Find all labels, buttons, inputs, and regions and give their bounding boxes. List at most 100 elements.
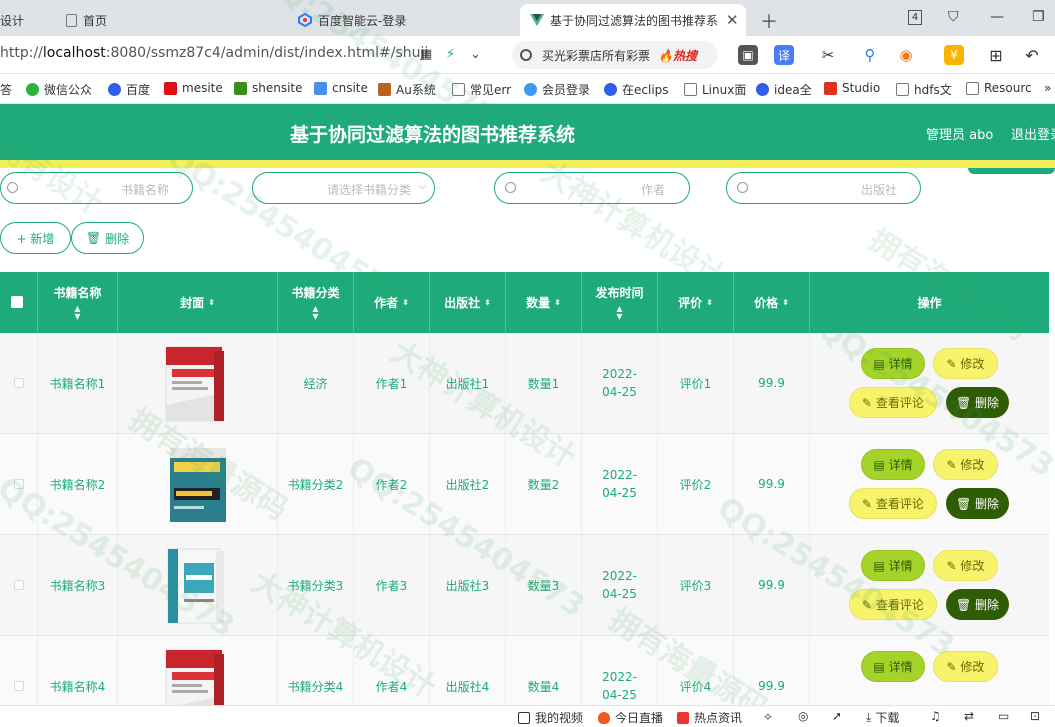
browser-tab-3[interactable]: 百度智能云-登录 — [290, 4, 510, 36]
translate-icon[interactable]: 译 — [774, 45, 794, 65]
zoom-icon[interactable]: ⊡ — [1030, 709, 1040, 723]
search-button-partial[interactable] — [968, 168, 1055, 174]
column-author[interactable]: 作者 ⬍ — [354, 272, 430, 333]
sound-icon[interactable]: ♫ — [930, 709, 941, 723]
browser-tab-1[interactable]: 设计 — [0, 4, 50, 36]
magnifier-icon[interactable]: ⚲ — [860, 45, 880, 65]
add-button[interactable]: + 新增 — [0, 222, 71, 254]
select-all-checkbox[interactable] — [11, 296, 23, 308]
maximize-icon[interactable]: ❐ — [1032, 9, 1045, 25]
hot-news-link[interactable]: 热点资讯 — [677, 709, 742, 726]
edit-button[interactable]: ✎ 修改 — [933, 348, 998, 379]
cell-date: 2022-04-25 — [582, 333, 658, 433]
edit-button[interactable]: ✎ 修改 — [933, 550, 998, 581]
vue-icon — [530, 13, 544, 27]
bookmark-8[interactable]: 会员登录 — [524, 81, 590, 98]
compass-icon[interactable]: ◎ — [798, 709, 808, 723]
my-videos-link[interactable]: 我的视频 — [518, 709, 583, 726]
apps-grid-icon[interactable]: ⊞ — [986, 45, 1006, 65]
rocket-icon[interactable]: ➚ — [832, 709, 842, 723]
pencil-icon: ✎ — [946, 659, 961, 674]
column-price[interactable]: 价格 ⬍ — [734, 272, 810, 333]
book-cover-image[interactable] — [158, 343, 238, 423]
edit-button[interactable]: ✎ 修改 — [933, 449, 998, 480]
leaf-icon[interactable]: ⟡ — [764, 709, 772, 724]
browser-tab-2[interactable]: 首页 — [60, 4, 280, 36]
game-icon[interactable]: ◉ — [896, 45, 916, 65]
undo-icon[interactable]: ↶ — [1022, 45, 1042, 65]
book-cover-image[interactable] — [158, 545, 238, 625]
detail-button[interactable]: ▤ 详情 — [861, 651, 925, 682]
column-date[interactable]: 发布时间 ▲ ▼ — [582, 272, 658, 333]
column-category[interactable]: 书籍分类 ▲ ▼ — [278, 272, 354, 333]
reader-icon[interactable]: ▣ — [738, 45, 758, 65]
logout-link[interactable]: 退出登录 — [1011, 124, 1055, 143]
scissors-icon[interactable]: ✂ — [818, 45, 838, 65]
chevron-down-icon[interactable]: ⌄ — [470, 47, 481, 62]
column-publisher[interactable]: 出版社 ⬍ — [430, 272, 506, 333]
more-bookmarks-icon[interactable]: » — [1044, 81, 1051, 95]
delete-button[interactable]: 🗑 删除 — [946, 488, 1009, 519]
cell-name: 书籍名称3 — [38, 535, 118, 635]
detail-button[interactable]: ▤ 详情 — [861, 550, 925, 581]
search-box[interactable]: 买光彩票店所有彩票 🔥热搜 — [512, 41, 718, 69]
view-comments-button[interactable]: ✎ 查看评论 — [849, 387, 937, 418]
sort-icon: ⬍ — [208, 298, 215, 307]
author-filter[interactable]: 作者 — [494, 172, 690, 204]
delete-button[interactable]: 🗑 删除 — [946, 387, 1009, 418]
table-row: 书籍名称2 书籍分类2 作者2 出版社2 数量2 2022-04-25 评价2 … — [0, 434, 1049, 535]
bookmark-6[interactable]: Au系统 — [378, 81, 436, 98]
bookmark-0[interactable]: 答 — [0, 81, 12, 98]
coin-icon[interactable]: ¥ — [944, 45, 964, 65]
pencil-icon: ✎ — [862, 395, 876, 410]
shirt-icon[interactable]: ⛉ — [948, 9, 959, 25]
close-tab-icon[interactable]: ✕ — [726, 11, 739, 29]
column-quantity[interactable]: 数量 ⬍ — [506, 272, 582, 333]
book-name-filter[interactable]: 书籍名称 — [0, 172, 193, 204]
bookmark-7[interactable]: 常见err — [452, 81, 511, 98]
minimize-icon[interactable]: — — [990, 9, 1004, 25]
bookmark-11[interactable]: idea全 — [756, 81, 812, 98]
bookmark-5[interactable]: cnsite — [314, 81, 368, 95]
baidu-paw-icon — [604, 83, 617, 96]
detail-button[interactable]: ▤ 详情 — [861, 348, 925, 379]
row-checkbox[interactable] — [13, 580, 24, 590]
view-comments-button[interactable]: ✎ 查看评论 — [849, 488, 937, 519]
bookmark-13[interactable]: hdfs文 — [896, 81, 952, 98]
url-field[interactable]: http://localhost:8080/ssmz87c4/admin/dis… — [0, 45, 428, 61]
bookmark-4[interactable]: shensite — [234, 81, 303, 95]
column-book-name[interactable]: 书籍名称 ▲ ▼ — [38, 272, 118, 333]
browser-tab-active[interactable]: 基于协同过滤算法的图书推荐系 ✕ — [520, 4, 746, 36]
qr-icon[interactable]: ▦ — [420, 47, 432, 62]
batch-delete-button[interactable]: 🗑 删除 — [71, 222, 144, 254]
tab-count-badge[interactable]: 4 — [908, 10, 922, 25]
new-tab-icon[interactable]: ＋ — [760, 8, 778, 34]
download-link[interactable]: ⤓ 下载 — [866, 709, 899, 726]
bookmark-1[interactable]: 微信公众 — [26, 81, 92, 98]
bookmark-9[interactable]: 在eclips — [604, 81, 669, 98]
bookmark-10[interactable]: Linux面 — [684, 81, 746, 98]
category-select[interactable]: 请选择书籍分类 ⌵ — [252, 172, 435, 204]
bookmark-14[interactable]: Resourc — [966, 81, 1032, 95]
delete-button[interactable]: 🗑 删除 — [946, 589, 1009, 620]
window-icon[interactable]: ▭ — [998, 709, 1009, 723]
bookmark-3[interactable]: mesite — [164, 81, 223, 95]
bookmark-12[interactable]: Studio — [824, 81, 880, 95]
live-link[interactable]: 今日直播 — [598, 709, 663, 726]
share-icon[interactable]: ⇄ — [964, 709, 974, 723]
detail-button[interactable]: ▤ 详情 — [861, 449, 925, 480]
site-icon — [234, 81, 247, 95]
row-checkbox[interactable] — [13, 378, 24, 388]
cell-name: 书籍名称2 — [38, 434, 118, 534]
lightning-icon[interactable]: ⚡ — [446, 47, 455, 62]
row-checkbox[interactable] — [13, 479, 24, 489]
book-cover-image[interactable] — [158, 444, 238, 524]
row-checkbox[interactable] — [13, 681, 24, 691]
edit-button[interactable]: ✎ 修改 — [933, 651, 998, 682]
trash-icon: 🗑 — [955, 395, 976, 410]
publisher-filter[interactable]: 出版社 — [726, 172, 921, 204]
bookmark-2[interactable]: 百度 — [108, 81, 150, 98]
column-rating[interactable]: 评价 ⬍ — [658, 272, 734, 333]
column-cover[interactable]: 封面 ⬍ — [118, 272, 278, 333]
view-comments-button[interactable]: ✎ 查看评论 — [849, 589, 937, 620]
